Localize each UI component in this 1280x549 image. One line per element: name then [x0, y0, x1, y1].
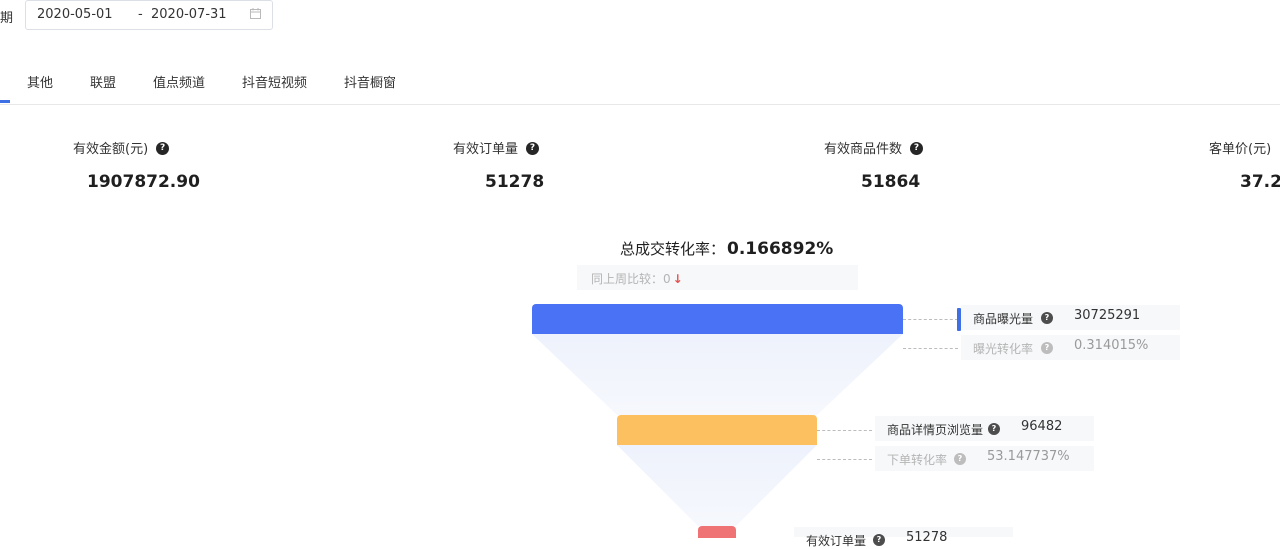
help-icon[interactable]: ?	[910, 142, 924, 155]
active-tab-indicator	[0, 100, 10, 103]
tab-douyin-window[interactable]: 抖音橱窗	[344, 72, 396, 91]
help-icon[interactable]: ?	[156, 142, 170, 155]
connector-line	[817, 459, 872, 460]
funnel-bar-exposure[interactable]	[532, 304, 903, 334]
end-date[interactable]: 2020-07-31	[151, 7, 227, 22]
help-icon[interactable]: ?	[1041, 312, 1053, 324]
help-icon[interactable]: ?	[988, 423, 1000, 435]
channel-tabs: 其他 联盟 值点频道 抖音短视频 抖音橱窗	[0, 60, 1280, 105]
date-range-picker[interactable]: 2020-05-01 - 2020-07-31	[25, 0, 273, 30]
rate-value-orders: 53.147737%	[987, 449, 1070, 464]
tab-zhidian-channel[interactable]: 值点频道	[153, 72, 205, 91]
total-conversion-rate: 总成交转化率： 0.166892%	[620, 238, 833, 259]
rate-label-exposure: 曝光转化率	[973, 342, 1034, 356]
metric-avg-price: 客单价(元)	[1209, 138, 1271, 157]
metric-label: 客单价(元)	[1209, 142, 1272, 157]
total-conversion-label: 总成交转化率：	[620, 240, 726, 258]
help-icon[interactable]: ?	[954, 453, 966, 465]
arrow-down-icon: ↓	[672, 272, 683, 286]
help-icon[interactable]: ?	[526, 142, 540, 155]
metric-value: 1907872.90	[87, 172, 200, 192]
metric-value: 37.21	[1240, 172, 1280, 192]
metric-amount: 有效金额(元)?	[73, 138, 170, 157]
help-icon[interactable]: ?	[1041, 342, 1053, 354]
metric-label: 有效金额(元)	[73, 142, 149, 157]
funnel-bar-orders[interactable]	[698, 526, 736, 538]
stage-label-exposure: 商品曝光量	[973, 312, 1034, 326]
tab-douyin-video[interactable]: 抖音短视频	[242, 72, 307, 91]
metric-label: 有效订单量	[453, 142, 519, 157]
date-separator: -	[138, 7, 143, 22]
tab-other[interactable]: 其他	[27, 72, 53, 91]
rate-label-orders: 下单转化率	[887, 453, 948, 467]
stage-value-orders: 51278	[906, 530, 948, 545]
start-date[interactable]: 2020-05-01	[37, 7, 113, 22]
connector-line	[903, 348, 958, 349]
metric-value: 51278	[485, 172, 545, 192]
week-compare-value: 0	[663, 272, 671, 286]
metric-orders: 有效订单量?	[453, 138, 540, 157]
stage-value-exposure: 30725291	[1074, 308, 1141, 323]
week-compare-label: 同上周比较：	[591, 272, 664, 286]
stage-label-orders: 有效订单量	[806, 534, 867, 548]
metric-label: 有效商品件数	[824, 142, 903, 157]
tab-alliance[interactable]: 联盟	[90, 72, 116, 91]
connector-line	[817, 430, 872, 431]
funnel-bar-detail-views[interactable]	[617, 415, 817, 445]
week-compare: 同上周比较：0 ↓	[591, 270, 683, 287]
connector-line	[903, 319, 958, 320]
total-conversion-value: 0.166892%	[727, 239, 834, 259]
stage-value-detail-views: 96482	[1021, 419, 1063, 434]
date-filter-label: 期	[0, 11, 14, 26]
help-icon[interactable]: ?	[873, 534, 885, 546]
metric-value: 51864	[861, 172, 921, 192]
metric-items: 有效商品件数?	[824, 138, 924, 157]
rate-value-exposure: 0.314015%	[1074, 338, 1149, 353]
calendar-icon[interactable]	[250, 8, 261, 19]
stage-label-detail-views: 商品详情页浏览量	[887, 423, 984, 437]
